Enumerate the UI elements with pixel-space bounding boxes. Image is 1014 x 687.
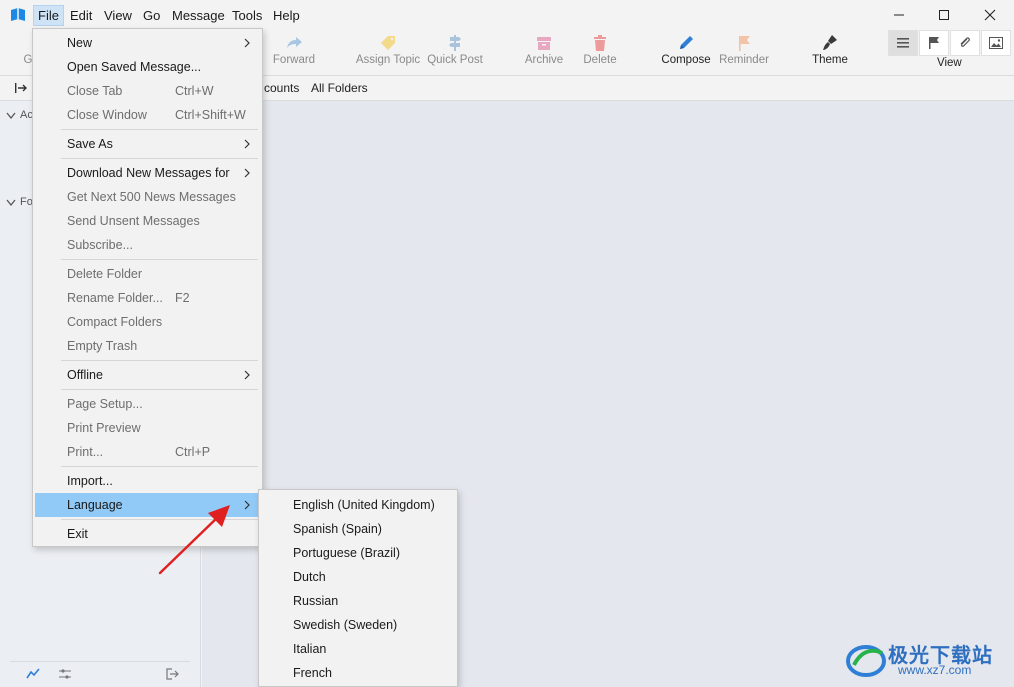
menu-item-close-tab[interactable]: Close Tab Ctrl+W [35, 79, 260, 103]
view-attachment-toggle[interactable] [950, 30, 980, 56]
menu-separator [61, 129, 258, 130]
list-icon [897, 38, 909, 48]
maximize-button[interactable] [921, 0, 967, 30]
flag-icon [929, 37, 939, 49]
paintbrush-icon [823, 35, 837, 50]
menu-item-subscribe[interactable]: Subscribe... [35, 233, 260, 257]
language-option[interactable]: French [261, 661, 455, 685]
menu-item-delete-folder[interactable]: Delete Folder [35, 262, 260, 286]
chevron-down-icon[interactable] [6, 112, 16, 120]
activity-icon[interactable] [26, 668, 40, 680]
theme-button[interactable]: Theme [809, 32, 851, 74]
menu-item-download-new-messages[interactable]: Download New Messages for [35, 161, 260, 185]
shortcut-label: F2 [175, 291, 190, 305]
language-option[interactable]: Russian [261, 589, 455, 613]
chevron-down-icon[interactable] [6, 199, 16, 207]
menu-help[interactable]: Help [269, 5, 304, 26]
accounts-tab[interactable]: counts [264, 81, 299, 95]
archive-button[interactable]: Archive [522, 32, 566, 74]
pencil-icon [680, 36, 693, 49]
archive-icon [537, 37, 551, 50]
quick-post-button[interactable]: Quick Post [426, 32, 484, 74]
language-option[interactable]: Swedish (Sweden) [261, 613, 455, 637]
signpost-icon [449, 35, 461, 51]
menu-item-save-as[interactable]: Save As [35, 132, 260, 156]
menu-file[interactable]: File [33, 5, 64, 26]
chevron-right-icon [244, 168, 250, 178]
language-option[interactable]: Dutch [261, 565, 455, 589]
menu-separator [61, 466, 258, 467]
compose-button[interactable]: Compose [659, 32, 713, 74]
forward-button[interactable]: Forward [268, 32, 320, 74]
view-toggle-group [888, 30, 1012, 56]
menu-item-get-next-news[interactable]: Get Next 500 News Messages [35, 185, 260, 209]
watermark: 极光下载站 www.xz7.com [844, 637, 1004, 681]
menu-separator [61, 360, 258, 361]
menu-separator [61, 158, 258, 159]
view-list-toggle[interactable] [888, 30, 918, 56]
file-menu: New Open Saved Message... Close Tab Ctrl+… [32, 28, 263, 547]
minimize-icon [894, 14, 904, 16]
menu-item-compact-folders[interactable]: Compact Folders [35, 310, 260, 334]
menu-item-empty-trash[interactable]: Empty Trash [35, 334, 260, 358]
menu-item-close-window[interactable]: Close Window Ctrl+Shift+W [35, 103, 260, 127]
close-icon [984, 9, 996, 21]
menu-tools[interactable]: Tools [228, 5, 266, 26]
menu-item-import[interactable]: Import... [35, 469, 260, 493]
title-bar: File Edit View Go Message Tools Help [0, 0, 1014, 30]
watermark-url: www.xz7.com [898, 663, 972, 677]
sign-in-icon[interactable] [14, 82, 28, 94]
menu-item-send-unsent[interactable]: Send Unsent Messages [35, 209, 260, 233]
trash-icon [594, 35, 606, 51]
app-logo-icon [11, 8, 25, 21]
menu-item-print-preview[interactable]: Print Preview [35, 416, 260, 440]
assign-topic-button[interactable]: Assign Topic [352, 32, 424, 74]
menu-item-new[interactable]: New [35, 31, 260, 55]
language-submenu: English (United Kingdom) Spanish (Spain)… [258, 489, 458, 687]
folders-section-label: Fo [20, 196, 33, 208]
view-label: View [937, 57, 962, 69]
menu-message[interactable]: Message [168, 5, 229, 26]
annotation-arrow-icon [158, 505, 230, 575]
menu-item-offline[interactable]: Offline [35, 363, 260, 387]
accounts-section-label: Ac [20, 109, 33, 121]
chevron-right-icon [244, 139, 250, 149]
menu-item-rename-folder[interactable]: Rename Folder... F2 [35, 286, 260, 310]
chevron-right-icon [244, 370, 250, 380]
shortcut-label: Ctrl+Shift+W [175, 108, 246, 122]
chevron-right-icon [244, 500, 250, 510]
watermark-logo-icon [846, 645, 886, 677]
flag-icon [739, 36, 750, 51]
language-option[interactable]: English (United Kingdom) [261, 493, 455, 517]
maximize-icon [939, 10, 949, 20]
menu-go[interactable]: Go [139, 5, 164, 26]
paperclip-icon [960, 37, 970, 47]
all-folders-tab[interactable]: All Folders [311, 81, 368, 95]
chevron-right-icon [244, 38, 250, 48]
language-option[interactable]: Italian [261, 637, 455, 661]
menu-item-open-saved-message[interactable]: Open Saved Message... [35, 55, 260, 79]
image-icon [989, 37, 1003, 49]
shortcut-label: Ctrl+P [175, 445, 211, 459]
sliders-icon[interactable] [58, 668, 72, 680]
shortcut-label: Ctrl+W [175, 84, 214, 98]
language-option[interactable]: Spanish (Spain) [261, 517, 455, 541]
tag-icon [381, 36, 395, 50]
forward-icon [287, 37, 302, 48]
folder-pane-footer [10, 661, 190, 683]
close-window-button[interactable] [967, 0, 1013, 30]
reminder-button[interactable]: Reminder [716, 32, 772, 74]
minimize-button[interactable] [876, 0, 922, 30]
collapse-pane-icon[interactable] [166, 668, 180, 680]
menu-separator [61, 259, 258, 260]
view-flag-toggle[interactable] [919, 30, 949, 56]
menu-edit[interactable]: Edit [66, 5, 96, 26]
menu-view[interactable]: View [100, 5, 136, 26]
menu-separator [61, 389, 258, 390]
menu-item-print[interactable]: Print... Ctrl+P [35, 440, 260, 464]
menu-item-page-setup[interactable]: Page Setup... [35, 392, 260, 416]
delete-button[interactable]: Delete [580, 32, 620, 74]
language-option[interactable]: Portuguese (Brazil) [261, 541, 455, 565]
view-image-toggle[interactable] [981, 30, 1011, 56]
